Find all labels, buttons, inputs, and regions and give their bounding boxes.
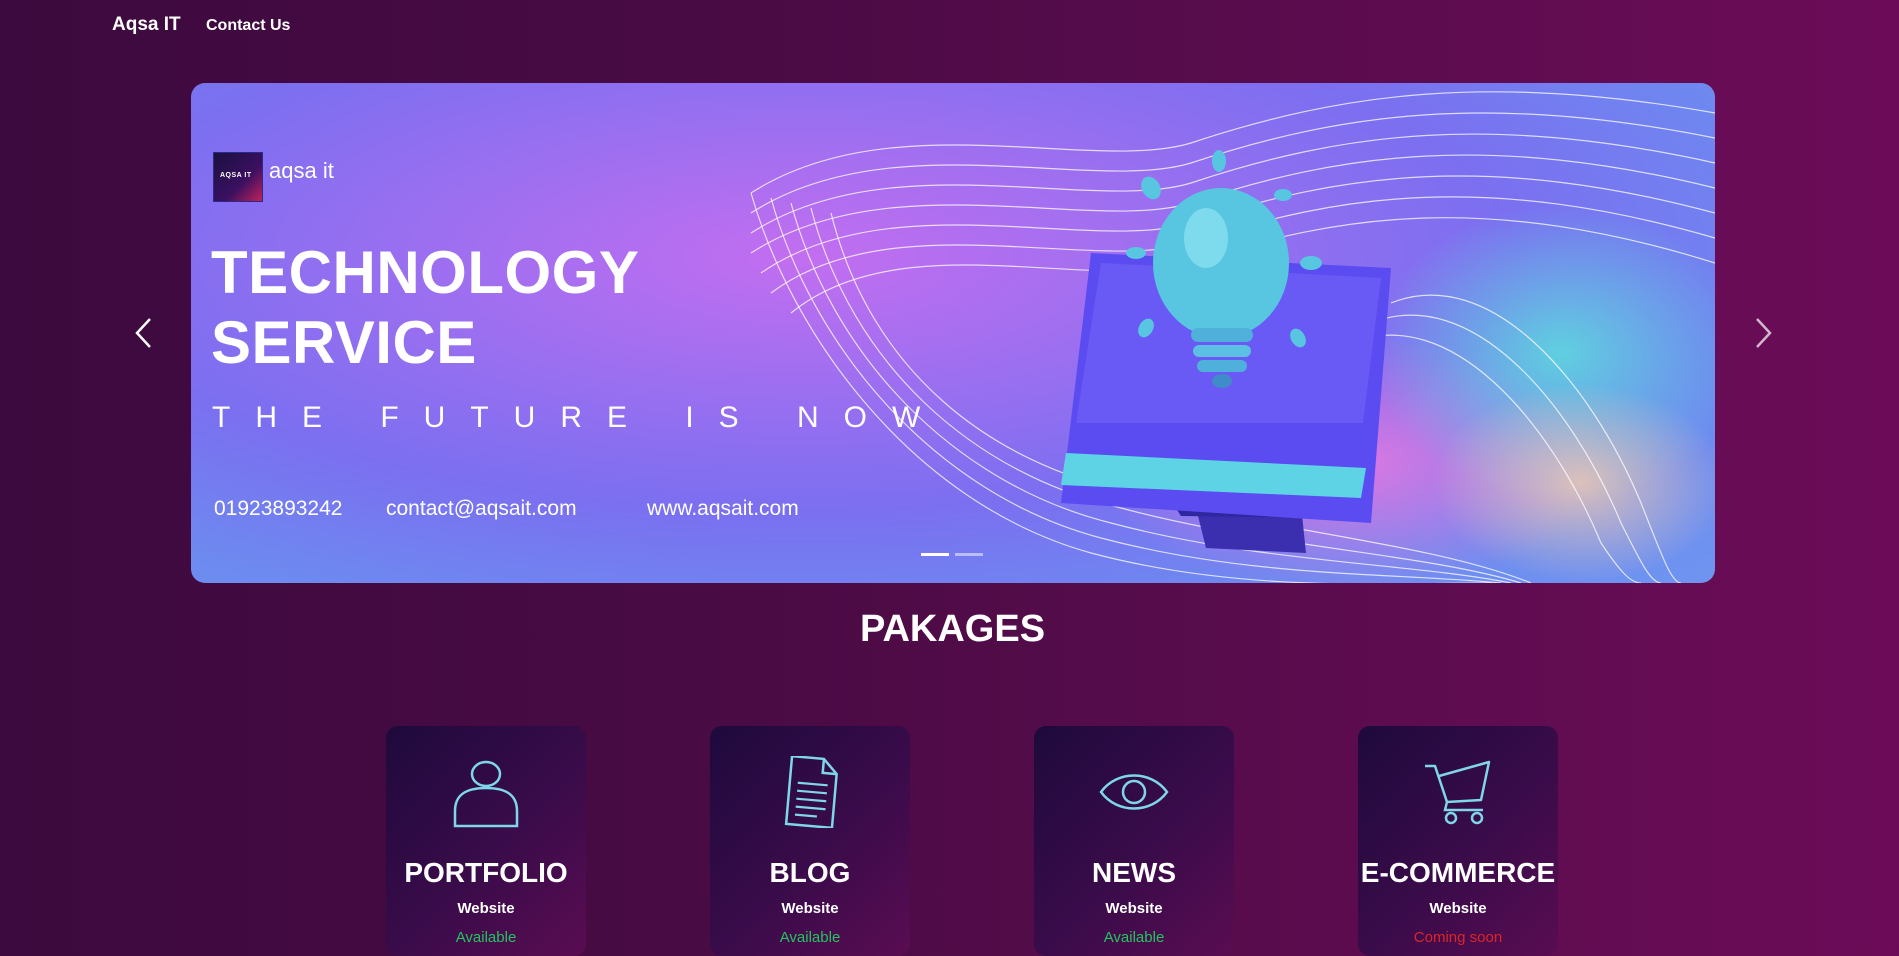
package-subtitle: Website <box>1429 900 1487 917</box>
package-status: Available <box>455 929 517 946</box>
package-card-portfolio[interactable]: PORTFOLIO Website Available <box>386 726 586 956</box>
package-status: Available <box>1103 929 1165 946</box>
package-card-ecommerce[interactable]: E-COMMERCE Website Coming soon <box>1358 726 1558 956</box>
package-status: Available <box>779 929 841 946</box>
package-title: E-COMMERCE <box>1360 857 1556 888</box>
brand-logo[interactable]: Aqsa IT <box>112 14 181 36</box>
hero-email: contact@aqsait.com <box>386 497 577 520</box>
hero-title-line1: TECHNOLOGY <box>211 239 640 306</box>
hero-title-line2: SERVICE <box>211 309 477 376</box>
chevron-right-icon <box>1756 318 1772 348</box>
package-title: PORTFOLIO <box>404 857 568 888</box>
monitor-lightbulb-illustration <box>1061 150 1391 553</box>
package-card-news[interactable]: NEWS Website Available <box>1034 726 1234 956</box>
hero-phone: 01923893242 <box>214 497 343 520</box>
carousel-indicator[interactable] <box>955 553 983 556</box>
nav-contact-link[interactable]: Contact Us <box>206 17 290 35</box>
package-title: BLOG <box>769 857 851 888</box>
navbar: Aqsa IT Contact Us <box>0 0 1899 52</box>
document-icon <box>784 756 838 828</box>
hero-website: www.aqsait.com <box>647 497 799 520</box>
carousel-indicator[interactable] <box>921 553 949 556</box>
hero-title: TECHNOLOGY SERVICE <box>211 238 639 378</box>
package-card-blog[interactable]: BLOG Website Available <box>710 726 910 956</box>
chevron-left-icon <box>135 318 151 348</box>
hero-carousel: AQSA IT aqsa it TECHNOLOGY SERVICE THE F… <box>191 83 1715 583</box>
eye-icon <box>1099 774 1169 810</box>
package-title: NEWS <box>1092 857 1176 888</box>
packages-heading: PAKAGES <box>859 608 1046 650</box>
carousel-prev-button[interactable] <box>130 315 160 351</box>
package-subtitle: Website <box>781 900 839 917</box>
hero-subtitle: THE FUTURE IS NOW <box>212 401 946 434</box>
carousel-indicators <box>921 553 983 556</box>
package-subtitle: Website <box>1105 900 1163 917</box>
logo-mini-text: AQSA IT <box>220 172 252 179</box>
company-logo: AQSA IT <box>213 152 263 202</box>
user-icon <box>453 760 519 828</box>
package-subtitle: Website <box>457 900 515 917</box>
cart-icon <box>1425 760 1491 825</box>
package-status: Coming soon <box>1413 929 1503 946</box>
logo-text: aqsa it <box>269 158 334 183</box>
carousel-next-button[interactable] <box>1747 315 1777 351</box>
